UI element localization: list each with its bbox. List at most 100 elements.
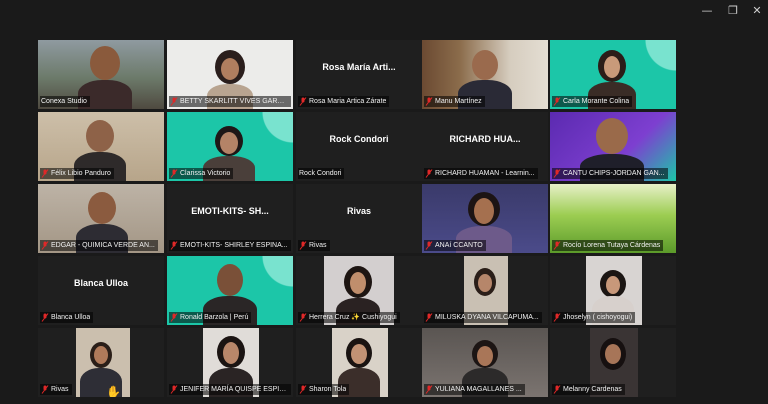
participant-name-label: Ronald Barzola | Perú [169,312,252,323]
participant-name-label: Blanca Ulloa [40,312,94,323]
participant-display-name: Rosa María Arti... [322,61,396,72]
participant-face [472,50,498,80]
participant-name-label: YULIANA MAGALLANES ... [424,384,525,395]
participant-tile[interactable]: Rock Condori Rock Condori [296,112,422,181]
participant-name-label: Félix Libio Panduro [40,168,114,179]
muted-mic-icon [553,97,561,106]
participant-name-label: Rosa Maria Artica Zárate [298,96,390,107]
muted-mic-icon [425,169,433,178]
participant-face [604,56,620,78]
muted-mic-icon [299,385,307,394]
muted-mic-icon [170,313,178,322]
participant-name-label: ANAí CCANTO [424,240,486,251]
participant-name-label: Rock Condori [298,168,345,179]
participant-name-label: Melanny Cardenas [552,384,625,395]
muted-mic-icon [170,241,178,250]
participant-name-label: EDGAR - QUIMICA VERDE AN... [40,240,158,251]
participant-name-label: Manu Martínez [424,96,485,107]
participant-face [220,132,238,154]
muted-mic-icon [553,313,561,322]
participant-name-label: RICHARD HUAMAN - Learnin... [424,168,538,179]
participant-tile[interactable]: Conexa Studio [38,40,164,109]
participant-name-label: EMOTI-KITS- SHIRLEY ESPINA... [169,240,291,251]
participant-name-label: CANTU CHIPS-JORDAN GAN... [552,168,668,179]
muted-mic-icon [425,241,433,250]
participant-tile[interactable]: Carla Morante Colina [550,40,676,109]
participant-face [88,192,116,224]
participant-tile[interactable]: EDGAR - QUIMICA VERDE AN... [38,184,164,253]
participant-name-label: MILUSKA DYANA VILCAPUMA... [424,312,542,323]
participant-tile[interactable]: Félix Libio Panduro [38,112,164,181]
participant-face [477,346,493,366]
gallery-grid: Conexa Studio BETTY SKARLITT VIVES GARCI… [38,40,678,400]
muted-mic-icon [170,385,178,394]
participant-face [351,344,367,364]
participant-tile[interactable]: YULIANA MAGALLANES ... [422,328,548,397]
minimize-button[interactable]: — [696,2,718,20]
participant-tile[interactable]: JENIFER MARÍA QUISPE ESPIN... [167,328,293,397]
muted-mic-icon [170,169,178,178]
participant-tile[interactable]: Ronald Barzola | Perú [167,256,293,325]
participant-display-name: Rivas [346,205,372,216]
muted-mic-icon [299,313,307,322]
muted-mic-icon [553,169,561,178]
participant-tile[interactable]: RICHARD HUA... RICHARD HUAMAN - Learnin.… [422,112,548,181]
participant-tile[interactable]: Clarissa Victorio [167,112,293,181]
participant-name-label: Rocío Lorena Tutaya Cárdenas [552,240,664,251]
participant-face [223,342,239,364]
participant-name-label: Herrera Cruz ✨ Cushiyogui [298,312,400,323]
close-button[interactable]: ✕ [746,2,768,20]
participant-name-label: Rivas [298,240,330,251]
participant-tile[interactable]: BETTY SKARLITT VIVES GARCIA [167,40,293,109]
participant-name-label: JENIFER MARÍA QUISPE ESPIN... [169,384,291,395]
participant-tile[interactable]: Manu Martínez [422,40,548,109]
participant-tile[interactable]: Rivas Rivas [296,184,422,253]
muted-mic-icon [553,385,561,394]
participant-tile[interactable]: ✋ Rivas [38,328,164,397]
window-titlebar: — ❐ ✕ [0,0,768,24]
muted-mic-icon [41,241,49,250]
participant-face [350,272,366,294]
participant-name-label: Sharon Tola [298,384,350,395]
participant-display-name: EMOTI-KITS- SH... [191,205,269,216]
participant-face [86,120,114,152]
muted-mic-icon [425,313,433,322]
participant-tile[interactable]: Rosa María Arti... Rosa Maria Artica Zár… [296,40,422,109]
participant-display-name: Rock Condori [329,133,389,144]
participant-tile[interactable]: Melanny Cardenas [550,328,676,397]
participant-face [605,344,621,364]
muted-mic-icon [553,241,561,250]
participant-tile[interactable]: Rocío Lorena Tutaya Cárdenas [550,184,676,253]
participant-tile[interactable]: Jhoselyn ( cishoyogui) [550,256,676,325]
muted-mic-icon [41,385,49,394]
participant-face [94,346,108,364]
raised-hand-icon: ✋ [106,385,121,397]
participant-display-name: Blanca Ulloa [73,277,129,288]
participant-name-label: Conexa Studio [40,96,90,107]
participant-tile[interactable]: MILUSKA DYANA VILCAPUMA... [422,256,548,325]
participant-tile[interactable]: Sharon Tola [296,328,422,397]
participant-display-name: RICHARD HUA... [449,133,521,144]
muted-mic-icon [41,313,49,322]
muted-mic-icon [170,97,178,106]
participant-face [606,276,620,294]
participant-tile[interactable]: CANTU CHIPS-JORDAN GAN... [550,112,676,181]
participant-face [90,46,120,80]
participant-tile[interactable]: Herrera Cruz ✨ Cushiyogui [296,256,422,325]
participant-name-label: Clarissa Victorio [169,168,234,179]
participant-name-label: Carla Morante Colina [552,96,633,107]
participant-face [478,274,492,292]
muted-mic-icon [425,97,433,106]
muted-mic-icon [299,241,307,250]
participant-tile[interactable]: ANAí CCANTO [422,184,548,253]
participant-face [221,58,239,80]
participant-tile[interactable]: Blanca Ulloa Blanca Ulloa [38,256,164,325]
muted-mic-icon [41,169,49,178]
participant-name-label: Rivas [40,384,72,395]
participant-tile[interactable]: EMOTI-KITS- SH... EMOTI-KITS- SHIRLEY ES… [167,184,293,253]
muted-mic-icon [299,97,307,106]
participant-name-label: BETTY SKARLITT VIVES GARCIA [169,96,291,107]
participant-face [596,118,628,154]
restore-button[interactable]: ❐ [722,2,744,20]
participant-face [217,264,243,296]
